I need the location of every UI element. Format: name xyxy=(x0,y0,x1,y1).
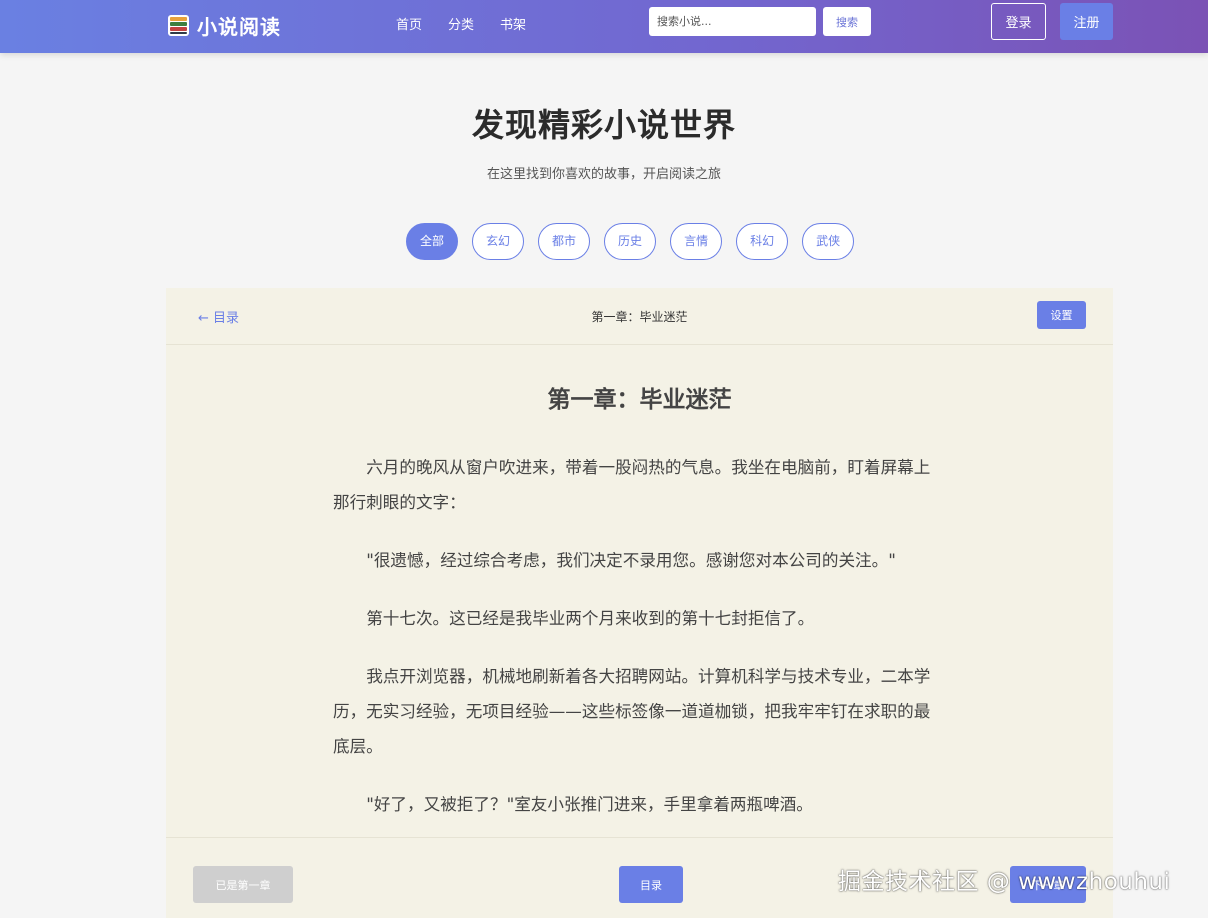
books-icon xyxy=(168,14,189,36)
top-navbar: 小说阅读 首页 分类 书架 搜索 登录 注册 xyxy=(0,0,1208,53)
chapter-content: 六月的晚风从窗户吹进来，带着一股闷热的气息。我坐在电脑前，盯着屏幕上那行刺眼的文… xyxy=(333,450,943,845)
toc-button[interactable]: 目录 xyxy=(619,866,683,903)
category-history[interactable]: 历史 xyxy=(604,223,657,260)
paragraph: 六月的晚风从窗户吹进来，带着一股闷热的气息。我坐在电脑前，盯着屏幕上那行刺眼的文… xyxy=(333,458,931,512)
category-filter: 全部 玄幻 都市 历史 言情 科幻 武侠 xyxy=(406,223,855,260)
main-nav: 首页 分类 书架 xyxy=(396,14,526,33)
nav-bookshelf[interactable]: 书架 xyxy=(500,14,526,33)
category-urban[interactable]: 都市 xyxy=(538,223,591,260)
login-button[interactable]: 登录 xyxy=(991,3,1046,40)
toolbar-chapter-title: 第一章：毕业迷茫 xyxy=(591,310,688,324)
paragraph: "好了，又被拒了？"室友小张推门进来，手里拿着两瓶啤酒。 xyxy=(366,795,813,814)
paragraph: "很遗憾，经过综合考虑，我们决定不录用您。感谢您对本公司的关注。" xyxy=(366,551,896,570)
prev-chapter-button[interactable]: 已是第一章 xyxy=(193,866,293,903)
nav-home[interactable]: 首页 xyxy=(396,14,422,33)
nav-categories[interactable]: 分类 xyxy=(448,14,474,33)
logo-text: 小说阅读 xyxy=(197,14,281,39)
register-button[interactable]: 注册 xyxy=(1060,3,1113,40)
chapter-title: 第一章：毕业迷茫 xyxy=(547,387,732,413)
reader-toolbar: ← 目录 第一章：毕业迷茫 设置 xyxy=(166,288,1113,345)
hero-title: 发现精彩小说世界 xyxy=(471,106,736,144)
paragraph: 第十七次。这已经是我毕业两个月来收到的第十七封拒信了。 xyxy=(366,609,815,628)
category-scifi[interactable]: 科幻 xyxy=(736,223,789,260)
site-logo[interactable]: 小说阅读 xyxy=(168,11,281,39)
reader-panel: ← 目录 第一章：毕业迷茫 设置 第一章：毕业迷茫 六月的晚风从窗户吹进来，带着… xyxy=(166,288,1113,918)
category-xuanhuan[interactable]: 玄幻 xyxy=(472,223,525,260)
hero-subtitle: 在这里找到你喜欢的故事，开启阅读之旅 xyxy=(486,167,721,182)
paragraph: 我点开浏览器，机械地刷新着各大招聘网站。计算机科学与技术专业，二本学历，无实习经… xyxy=(333,667,931,756)
category-romance[interactable]: 言情 xyxy=(670,223,723,260)
search-button[interactable]: 搜索 xyxy=(823,7,871,36)
category-all[interactable]: 全部 xyxy=(406,223,459,260)
watermark: 掘金技术社区 @ wwwzhouhui xyxy=(838,869,1171,895)
category-wuxia[interactable]: 武侠 xyxy=(802,223,855,260)
search-input[interactable] xyxy=(649,7,816,36)
settings-button[interactable]: 设置 xyxy=(1037,301,1086,329)
